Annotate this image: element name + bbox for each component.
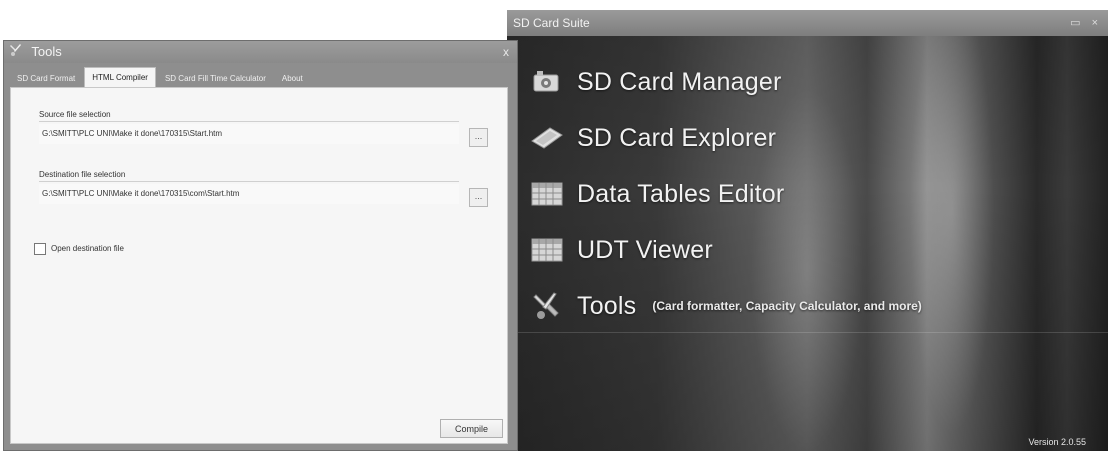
menu-label: SD Card Manager (577, 67, 782, 96)
destination-group-label: Destination file selection (39, 170, 126, 179)
menu-label: UDT Viewer (577, 235, 713, 264)
tools-title: Tools (31, 44, 62, 59)
source-group-divider (39, 121, 459, 122)
version-label: Version 2.0.55 (1028, 437, 1086, 447)
tab-html-compiler[interactable]: HTML Compiler (84, 67, 156, 87)
menu-item-data-tables-editor[interactable]: Data Tables Editor (529, 166, 922, 222)
sd-card-manager-icon (529, 67, 565, 97)
menu-item-sd-card-explorer[interactable]: SD Card Explorer (529, 110, 922, 166)
tab-sd-card-format[interactable]: SD Card Format (10, 71, 82, 87)
open-destination-label: Open destination file (51, 244, 124, 253)
menu-label: Data Tables Editor (577, 179, 785, 208)
suite-menu: SD Card Manager SD Card Explorer Data Ta… (529, 54, 922, 334)
sd-card-suite-window: SD Card Suite ▭ × SD Card Manager SD Car… (507, 10, 1108, 451)
open-destination-checkbox[interactable] (34, 243, 46, 255)
suite-window-buttons: ▭ × (1062, 10, 1098, 36)
menu-label: SD Card Explorer (577, 123, 777, 152)
source-file-field[interactable]: G:\SMITT\PLC UNI\Make it done\170315\Sta… (39, 124, 459, 144)
menu-item-tools[interactable]: Tools (Card formatter, Capacity Calculat… (529, 278, 922, 334)
html-compiler-panel: Source file selection G:\SMITT\PLC UNI\M… (10, 87, 508, 444)
table-grid-icon (529, 179, 565, 209)
tab-sd-card-fill-time-calculator[interactable]: SD Card Fill Time Calculator (158, 71, 273, 87)
menu-item-udt-viewer[interactable]: UDT Viewer (529, 222, 922, 278)
source-browse-button[interactable]: ... (469, 128, 488, 147)
destination-file-field[interactable]: G:\SMITT\PLC UNI\Make it done\170315\com… (39, 184, 459, 204)
sd-card-icon (529, 123, 565, 153)
compile-button[interactable]: Compile (440, 419, 503, 438)
divider (507, 332, 1108, 333)
close-button[interactable]: × (1092, 17, 1098, 29)
menu-label: Tools (577, 291, 637, 320)
table-grid-icon (529, 235, 565, 265)
destination-group-divider (39, 181, 459, 182)
suite-title: SD Card Suite (513, 16, 590, 30)
tools-icon (10, 41, 24, 63)
tools-dialog: Tools x SD Card Format HTML Compiler SD … (3, 40, 518, 451)
source-group-label: Source file selection (39, 110, 111, 119)
tab-about[interactable]: About (275, 71, 310, 87)
restore-button[interactable]: ▭ (1070, 17, 1080, 29)
tools-icon (529, 291, 565, 321)
close-icon[interactable]: x (503, 41, 509, 63)
menu-sublabel: (Card formatter, Capacity Calculator, an… (652, 299, 922, 313)
tools-titlebar: Tools x (4, 41, 517, 63)
suite-titlebar: SD Card Suite ▭ × (507, 10, 1108, 36)
menu-item-sd-card-manager[interactable]: SD Card Manager (529, 54, 922, 110)
destination-browse-button[interactable]: ... (469, 188, 488, 207)
tab-bar: SD Card Format HTML Compiler SD Card Fil… (10, 67, 312, 87)
